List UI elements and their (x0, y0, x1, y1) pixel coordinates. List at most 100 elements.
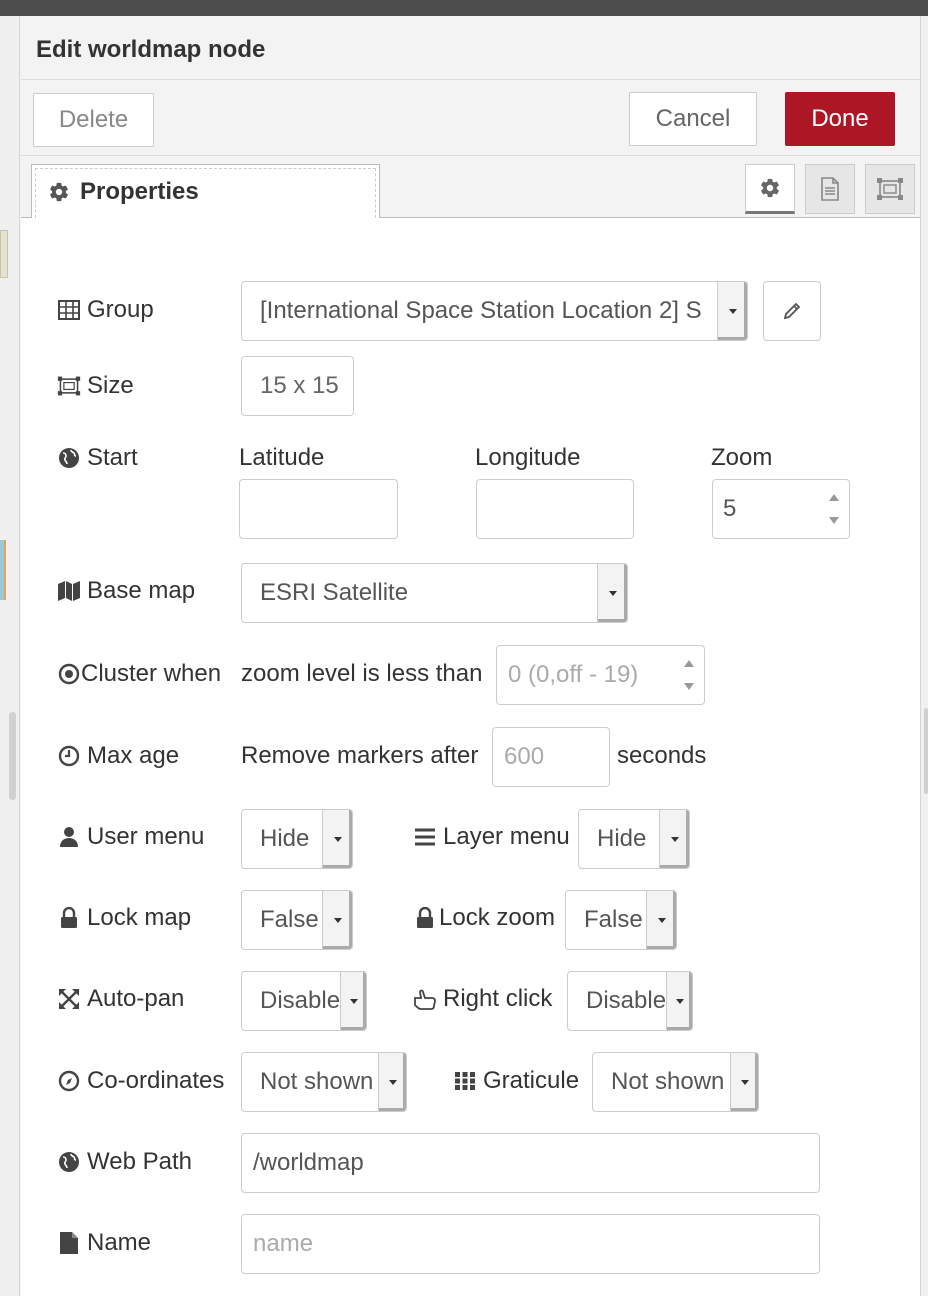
th-icon (453, 1069, 477, 1093)
coordinates-select[interactable]: Not shown (241, 1052, 407, 1112)
lock-icon (413, 906, 437, 930)
spin-up-icon[interactable] (684, 660, 694, 667)
longitude-input[interactable] (476, 479, 634, 539)
canvas-node-fragment-2 (0, 540, 6, 600)
latitude-label: Latitude (239, 444, 325, 471)
name-label: Name (57, 1227, 151, 1259)
group-select[interactable]: [International Space Station Location 2]… (241, 281, 748, 341)
hand-pointer-icon (413, 987, 437, 1011)
rightclick-label: Right click (413, 983, 552, 1015)
lockmap-select[interactable]: False (241, 890, 353, 950)
cluster-text: zoom level is less than (241, 660, 483, 687)
lockmap-value: False (260, 906, 319, 933)
size-button[interactable]: 15 x 15 (241, 356, 354, 416)
lock-icon (57, 906, 81, 930)
coordinates-label: Co-ordinates (57, 1065, 224, 1097)
chevron-down-icon (378, 1053, 406, 1111)
globe-icon (57, 1150, 81, 1174)
settings-tab-button[interactable] (745, 164, 795, 214)
usermenu-label: User menu (57, 821, 204, 853)
map-icon (57, 579, 81, 603)
spin-down-icon[interactable] (829, 517, 839, 524)
chevron-down-icon (340, 972, 366, 1030)
cluster-label: Cluster when (57, 658, 221, 690)
arrows-icon (57, 987, 81, 1011)
spin-down-icon[interactable] (684, 683, 694, 690)
resize-icon (57, 374, 81, 398)
edit-group-button[interactable] (763, 281, 821, 341)
latitude-input[interactable] (239, 479, 398, 539)
description-tab-button[interactable] (805, 164, 855, 214)
chevron-down-icon (666, 972, 692, 1030)
zoom-label: Zoom (711, 444, 773, 471)
tray-toolbar: Delete Cancel Done (21, 80, 920, 156)
workspace-canvas-edge (0, 16, 20, 1296)
tray-title: Edit worldmap node (36, 36, 266, 63)
layermenu-select[interactable]: Hide (578, 809, 690, 869)
zoom-value: 5 (723, 495, 737, 522)
graticule-label: Graticule (453, 1065, 579, 1097)
autopan-select[interactable]: Disable (241, 971, 367, 1031)
chevron-down-icon (322, 810, 352, 868)
file-icon (57, 1231, 81, 1255)
group-value: [International Space Station Location 2]… (260, 297, 702, 324)
start-label: Start (57, 442, 138, 474)
zoom-input[interactable]: 5 (712, 479, 850, 539)
window-top-strip (0, 0, 928, 16)
tab-bar: Properties (21, 156, 920, 218)
layermenu-value: Hide (597, 825, 647, 852)
sidebar-edge (920, 16, 928, 1296)
cancel-button[interactable]: Cancel (629, 92, 757, 146)
usermenu-select[interactable]: Hide (241, 809, 353, 869)
autopan-label: Auto-pan (57, 983, 184, 1015)
chevron-down-icon (597, 564, 627, 622)
spin-up-icon[interactable] (829, 494, 839, 501)
maxage-input[interactable]: 600 (492, 727, 610, 787)
chevron-down-icon (730, 1053, 758, 1111)
tab-properties[interactable]: Properties (31, 164, 380, 218)
globe-icon (57, 446, 81, 470)
tray-header: Edit worldmap node (21, 16, 920, 80)
delete-button[interactable]: Delete (33, 93, 154, 147)
zoom-stepper[interactable] (819, 480, 849, 538)
chevron-down-icon (659, 810, 689, 868)
sidebar-scrollbar[interactable] (924, 708, 928, 794)
webpath-input[interactable]: /worldmap (241, 1133, 820, 1193)
edit-tray: Edit worldmap node Delete Cancel Done Pr… (21, 16, 920, 1296)
graticule-select[interactable]: Not shown (592, 1052, 759, 1112)
compass-icon (57, 1069, 81, 1093)
usermenu-value: Hide (260, 825, 310, 852)
clock-icon (57, 744, 81, 768)
name-input[interactable]: name (241, 1214, 820, 1274)
webpath-label: Web Path (57, 1146, 192, 1178)
chevron-down-icon (322, 891, 352, 949)
chevron-down-icon (717, 282, 747, 340)
lockzoom-value: False (584, 906, 643, 933)
bars-icon (413, 825, 437, 849)
maxage-text: Remove markers after (241, 742, 479, 769)
rightclick-value: Disable (586, 987, 667, 1014)
table-icon (57, 298, 81, 322)
basemap-value: ESRI Satellite (260, 579, 409, 606)
cluster-input[interactable]: 0 (0,off - 19) (496, 645, 705, 705)
longitude-label: Longitude (475, 444, 581, 471)
coordinates-value: Not shown (260, 1068, 374, 1095)
file-text-icon (819, 177, 841, 201)
cog-icon (48, 181, 70, 203)
done-button[interactable]: Done (785, 92, 895, 146)
group-label: Group (57, 294, 154, 326)
canvas-scrollbar[interactable] (9, 712, 16, 800)
tab-properties-label: Properties (80, 177, 199, 205)
layermenu-label: Layer menu (413, 821, 570, 853)
graticule-value: Not shown (611, 1068, 725, 1095)
cluster-stepper[interactable] (674, 646, 704, 704)
maxage-suffix: seconds (617, 742, 707, 769)
rightclick-select[interactable]: Disable (567, 971, 693, 1031)
appearance-tab-button[interactable] (865, 164, 915, 214)
maxage-label: Max age (57, 740, 179, 772)
canvas-node-fragment (0, 230, 8, 278)
basemap-select[interactable]: ESRI Satellite (241, 563, 628, 623)
lockzoom-select[interactable]: False (565, 890, 677, 950)
chevron-down-icon (646, 891, 676, 949)
basemap-label: Base map (57, 575, 195, 607)
